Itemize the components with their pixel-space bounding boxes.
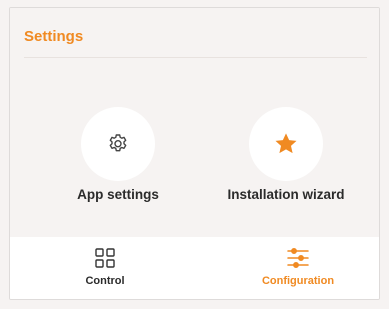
title-divider	[24, 57, 367, 58]
installation-wizard-tile[interactable]: Installation wizard	[206, 107, 366, 207]
page-title: Settings	[24, 28, 84, 45]
installation-wizard-circle	[249, 107, 323, 181]
bottom-navigation: Control Configuration	[10, 237, 379, 299]
app-settings-tile[interactable]: App settings	[48, 107, 188, 207]
nav-configuration-label: Configuration	[261, 275, 335, 287]
nav-control[interactable]: Control	[50, 247, 160, 287]
nav-configuration[interactable]: Configuration	[243, 247, 353, 287]
app-settings-label: App settings	[77, 187, 159, 202]
app-frame: Settings App settings Installation wizar…	[9, 7, 380, 300]
app-settings-circle	[81, 107, 155, 181]
gear-icon	[109, 134, 127, 152]
nav-control-label: Control	[85, 275, 125, 287]
star-icon	[275, 133, 297, 154]
grid-icon	[95, 248, 115, 268]
installation-wizard-label: Installation wizard	[227, 187, 345, 202]
sliders-icon	[287, 248, 309, 268]
settings-panel: Settings App settings Installation wizar…	[10, 8, 379, 239]
